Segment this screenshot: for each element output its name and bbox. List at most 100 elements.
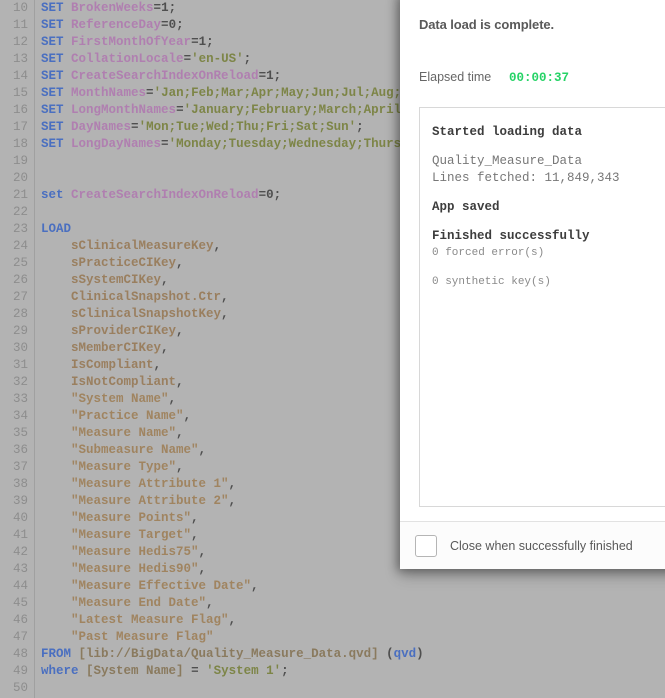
code-line-text: "Submeasure Name", — [71, 443, 207, 457]
line-number: 35 — [12, 426, 28, 440]
code-line-text: SET CollationLocale='en-US'; — [41, 52, 252, 66]
line-number: 39 — [12, 494, 28, 508]
dialog-footer: Close when successfully finished — [400, 521, 665, 569]
code-line-text: sProviderCIKey, — [71, 324, 184, 338]
code-line-text: SET BrokenWeeks=1; — [41, 1, 177, 15]
code-line-text: SET CreateSearchIndexOnReload=1; — [41, 69, 282, 83]
code-line-text: "Measure Name", — [71, 426, 184, 440]
code-line-text: set CreateSearchIndexOnReload=0; — [41, 188, 282, 202]
code-line-text: where [System Name] = 'System 1'; — [41, 664, 289, 678]
code-line-text: sSystemCIKey, — [71, 273, 169, 287]
line-number: 20 — [12, 171, 28, 185]
code-line-text: "Measure Hedis75", — [71, 545, 207, 559]
log-entry: App saved — [432, 200, 500, 214]
line-number: 22 — [12, 205, 28, 219]
log-spacer — [432, 187, 665, 199]
line-number: 34 — [12, 409, 28, 423]
line-number: 18 — [12, 137, 28, 151]
code-line[interactable]: 45 "Measure End Date", — [0, 595, 665, 612]
dialog-title: Data load is complete. — [419, 17, 555, 32]
code-line-text: sClinicalSnapshotKey, — [71, 307, 229, 321]
log-spacer — [432, 216, 665, 228]
line-number: 49 — [12, 664, 28, 678]
elapsed-time-label: Elapsed time — [419, 70, 492, 84]
line-number: 30 — [12, 341, 28, 355]
line-number: 48 — [12, 647, 28, 661]
line-number: 17 — [12, 120, 28, 134]
log-spacer — [432, 262, 665, 274]
elapsed-time-row: Elapsed time 00:00:37 — [419, 70, 665, 85]
line-number: 11 — [12, 18, 28, 32]
code-line-text: ClinicalSnapshot.Ctr, — [71, 290, 229, 304]
code-line-text: "Measure Type", — [71, 460, 184, 474]
code-line-text: FROM [lib://BigData/Quality_Measure_Data… — [41, 647, 424, 661]
code-line[interactable]: 50 — [0, 680, 665, 697]
code-line-text: "Measure Effective Date", — [71, 579, 259, 593]
line-number: 19 — [12, 154, 28, 168]
code-line-text: SET ReferenceDay=0; — [41, 18, 184, 32]
code-line-text: LOAD — [41, 222, 72, 236]
line-number: 16 — [12, 103, 28, 117]
code-line-text: sPracticeCIKey, — [71, 256, 184, 270]
line-number: 50 — [12, 681, 28, 695]
line-number: 27 — [12, 290, 28, 304]
code-line-text: "Measure Target", — [71, 528, 199, 542]
line-number: 29 — [12, 324, 28, 338]
line-number: 28 — [12, 307, 28, 321]
code-line[interactable]: 49 where [System Name] = 'System 1'; — [0, 663, 665, 680]
line-number: 24 — [12, 239, 28, 253]
line-number: 15 — [12, 86, 28, 100]
code-line[interactable]: 44 "Measure Effective Date", — [0, 578, 665, 595]
line-number: 32 — [12, 375, 28, 389]
code-line-text: "Measure Attribute 1", — [71, 477, 237, 491]
code-line-text: sMemberCIKey, — [71, 341, 169, 355]
log-entry: Lines fetched: 11,849,343 — [432, 171, 620, 185]
log-entry: Quality_Measure_Data — [432, 154, 583, 168]
line-number: 13 — [12, 52, 28, 66]
line-number: 12 — [12, 35, 28, 49]
code-line-text: "System Name", — [71, 392, 177, 406]
log-entry: Finished successfully — [432, 229, 590, 243]
line-number: 33 — [12, 392, 28, 406]
code-line-text: "Practice Name", — [71, 409, 192, 423]
line-number: 14 — [12, 69, 28, 83]
load-log-box[interactable]: Started loading data Quality_Measure_Data… — [419, 107, 665, 507]
line-number: 46 — [12, 613, 28, 627]
close-when-finished-checkbox[interactable] — [415, 534, 437, 557]
line-number: 45 — [12, 596, 28, 610]
dialog-body: Data load is complete. Elapsed time 00:00… — [400, 0, 665, 569]
code-line-text: SET DayNames='Mon;Tue;Wed;Thu;Fri;Sat;Su… — [41, 120, 364, 134]
log-entry: 0 forced error(s) — [432, 247, 545, 259]
code-line-text: SET FirstMonthOfYear=1; — [41, 35, 214, 49]
code-line-text: "Measure Hedis90", — [71, 562, 207, 576]
code-line[interactable]: 48 FROM [lib://BigData/Quality_Measure_Da… — [0, 646, 665, 663]
line-number: 25 — [12, 256, 28, 270]
line-number: 23 — [12, 222, 28, 236]
line-number: 21 — [12, 188, 28, 202]
code-line[interactable]: 47 "Past Measure Flag" — [0, 629, 665, 646]
log-entry: 0 synthetic key(s) — [432, 276, 551, 288]
line-number: 47 — [12, 630, 28, 644]
line-number: 10 — [12, 1, 28, 15]
code-line-text: "Measure End Date", — [71, 596, 214, 610]
line-number: 37 — [12, 460, 28, 474]
line-number: 43 — [12, 562, 28, 576]
line-number: 41 — [12, 528, 28, 542]
line-number: 31 — [12, 358, 28, 372]
log-spacer — [432, 141, 665, 153]
close-when-finished-label: Close when successfully finished — [450, 538, 633, 553]
line-number: 38 — [12, 477, 28, 491]
code-line-text: "Latest Measure Flag", — [71, 613, 237, 627]
line-number: 40 — [12, 511, 28, 525]
code-line[interactable]: 46 "Latest Measure Flag", — [0, 612, 665, 629]
line-number: 44 — [12, 579, 28, 593]
code-line-text: sClinicalMeasureKey, — [71, 239, 222, 253]
code-line-text: "Past Measure Flag" — [71, 630, 214, 644]
data-load-progress-dialog: Data load is complete. Elapsed time 00:00… — [400, 0, 665, 569]
code-line-text: "Measure Points", — [71, 511, 199, 525]
elapsed-time-value: 00:00:37 — [509, 71, 570, 85]
line-number: 42 — [12, 545, 28, 559]
line-number: 36 — [12, 443, 28, 457]
code-line-text: IsNotCompliant, — [71, 375, 184, 389]
code-line-text: IsCompliant, — [71, 358, 162, 372]
